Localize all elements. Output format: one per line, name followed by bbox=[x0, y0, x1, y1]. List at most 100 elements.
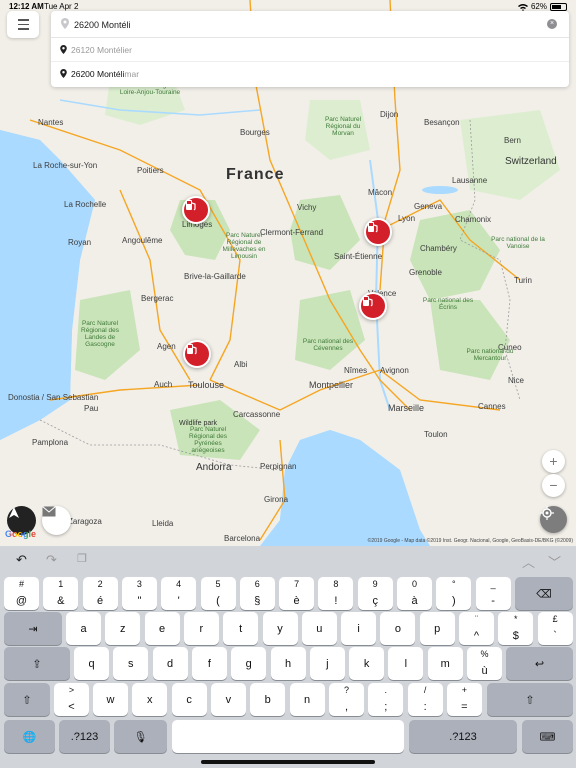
keyboard-key[interactable]: y bbox=[262, 612, 298, 645]
keyboard-key[interactable]: s bbox=[113, 647, 149, 680]
keyboard-key[interactable]: z bbox=[105, 612, 141, 645]
search-suggestion[interactable]: 26120 Montélier bbox=[51, 38, 569, 62]
key-secondary-label: + bbox=[461, 685, 468, 695]
keyboard-key[interactable]: b bbox=[250, 683, 286, 716]
tab-key[interactable]: ⇥ bbox=[4, 612, 62, 645]
keyboard-key[interactable]: m bbox=[427, 647, 463, 680]
keyboard-key[interactable]: v bbox=[210, 683, 246, 716]
keyboard-key[interactable]: k bbox=[349, 647, 385, 680]
menu-button[interactable] bbox=[7, 11, 39, 38]
city-label: Lausanne bbox=[452, 176, 488, 185]
key-label: ⇧ bbox=[525, 694, 535, 706]
shift-key[interactable]: ⇧ bbox=[4, 683, 50, 716]
key-label: e bbox=[159, 622, 166, 635]
key-secondary-label: > bbox=[68, 685, 75, 695]
numbers-key[interactable]: .?123 bbox=[59, 720, 110, 753]
key-primary-label: è bbox=[293, 595, 300, 607]
gas-station-marker[interactable] bbox=[364, 218, 392, 246]
keyboard-key[interactable]: r bbox=[183, 612, 219, 645]
search-suggestion[interactable]: 26200 Montélimar bbox=[51, 62, 569, 86]
keyboard-key[interactable]: 9ç bbox=[357, 577, 393, 610]
gas-station-marker[interactable] bbox=[183, 340, 211, 368]
keyboard-key[interactable]: 6 § bbox=[239, 577, 275, 610]
fuel-pump-icon bbox=[368, 222, 378, 233]
caps-lock-key[interactable]: ⇪ bbox=[4, 647, 70, 680]
key-primary-label: § bbox=[254, 595, 261, 607]
keyboard-key[interactable]: 3 " bbox=[121, 577, 157, 610]
key-secondary-label: % bbox=[480, 649, 489, 659]
keyboard-key[interactable]: .; bbox=[368, 683, 404, 716]
keyboard-key[interactable]: x bbox=[132, 683, 168, 716]
keyboard-key[interactable]: a bbox=[66, 612, 101, 645]
keyboard-key[interactable]: c bbox=[171, 683, 207, 716]
city-label: Nîmes bbox=[344, 366, 368, 375]
keyboard-key[interactable]: h bbox=[270, 647, 306, 680]
chevron-down-icon[interactable]: ﹀ bbox=[548, 552, 561, 571]
keyboard-key[interactable]: t bbox=[223, 612, 259, 645]
key-label: h bbox=[284, 657, 292, 670]
city-label: La Roche-sur-Yon bbox=[33, 161, 98, 170]
shift-key[interactable]: ⇧ bbox=[487, 683, 573, 716]
keyboard-key[interactable]: # @ bbox=[4, 577, 39, 610]
space-key[interactable] bbox=[172, 720, 404, 753]
city-label: Bourges bbox=[240, 128, 270, 137]
keyboard-key[interactable]: /: bbox=[407, 683, 443, 716]
keyboard-key[interactable]: e bbox=[144, 612, 180, 645]
mail-fab-button[interactable] bbox=[42, 506, 71, 535]
keyboard-key[interactable]: p bbox=[419, 612, 455, 645]
dictation-key[interactable]: 🎙 bbox=[114, 720, 167, 753]
keyboard-key[interactable]: n bbox=[289, 683, 325, 716]
city-label: Mâcon bbox=[368, 188, 393, 197]
backspace-key[interactable]: ⌫ bbox=[515, 577, 573, 610]
key-secondary-label: _ bbox=[490, 579, 496, 589]
keyboard-key[interactable]: £ ` bbox=[537, 612, 573, 645]
keyboard-key[interactable]: d bbox=[152, 647, 188, 680]
keyboard-key[interactable]: > < bbox=[54, 683, 89, 716]
keyboard-key[interactable]: 1 & bbox=[43, 577, 79, 610]
hide-keyboard-key[interactable]: ⌨ bbox=[522, 720, 573, 753]
keyboard-key[interactable]: i bbox=[341, 612, 377, 645]
keyboard-key[interactable]: g bbox=[231, 647, 267, 680]
keyboard-key[interactable]: j bbox=[309, 647, 345, 680]
gas-station-marker[interactable] bbox=[182, 196, 210, 224]
keyboard-key[interactable]: q bbox=[74, 647, 109, 680]
keyboard-key[interactable]: * $ bbox=[498, 612, 534, 645]
country-label-andorra: Andorra bbox=[196, 462, 232, 473]
city-label: Carcassonne bbox=[233, 410, 281, 419]
city-label: Geneva bbox=[414, 202, 443, 211]
keyboard-key[interactable]: _ - bbox=[475, 577, 511, 610]
keyboard-key[interactable]: °) bbox=[436, 577, 472, 610]
key-label: ⌨ bbox=[539, 731, 556, 743]
redo-icon[interactable]: ↷ bbox=[46, 552, 57, 568]
keyboard-key[interactable]: ¨ ^ bbox=[459, 612, 494, 645]
keyboard-key[interactable]: 2é bbox=[82, 577, 118, 610]
zoom-out-button[interactable]: − bbox=[542, 474, 565, 497]
key-primary-label: ! bbox=[334, 595, 338, 607]
return-key[interactable]: ↩ bbox=[506, 647, 573, 680]
chevron-up-icon[interactable]: ︿ bbox=[522, 552, 535, 571]
search-input[interactable] bbox=[74, 17, 534, 32]
keyboard-key[interactable]: 5( bbox=[200, 577, 236, 610]
keyboard-key[interactable]: o bbox=[380, 612, 416, 645]
keyboard-key[interactable]: 7è bbox=[279, 577, 315, 610]
undo-icon[interactable]: ↶ bbox=[16, 552, 27, 568]
keyboard-key[interactable]: 0à bbox=[397, 577, 432, 610]
keyboard-key[interactable]: u bbox=[301, 612, 337, 645]
keyboard-key[interactable]: f bbox=[191, 647, 227, 680]
gas-station-marker[interactable] bbox=[359, 292, 387, 320]
keyboard-key[interactable]: 8! bbox=[318, 577, 354, 610]
park-label: Wildlife park bbox=[178, 420, 218, 427]
keyboard-key[interactable]: ?, bbox=[329, 683, 364, 716]
key-primary-label: ; bbox=[384, 701, 388, 713]
numbers-key[interactable]: .?123 bbox=[409, 720, 517, 753]
paste-icon[interactable]: ❐ bbox=[77, 552, 87, 565]
keyboard-key[interactable]: 4 ' bbox=[161, 577, 197, 610]
keyboard-key[interactable]: + = bbox=[446, 683, 482, 716]
my-location-button[interactable] bbox=[540, 506, 567, 533]
keyboard-key[interactable]: % ù bbox=[467, 647, 502, 680]
keyboard-key[interactable]: l bbox=[388, 647, 424, 680]
clear-search-button[interactable]: × bbox=[547, 19, 557, 29]
zoom-in-button[interactable]: + bbox=[542, 450, 565, 473]
keyboard-key[interactable]: w bbox=[93, 683, 128, 716]
globe-key[interactable]: 🌐 bbox=[4, 720, 55, 753]
